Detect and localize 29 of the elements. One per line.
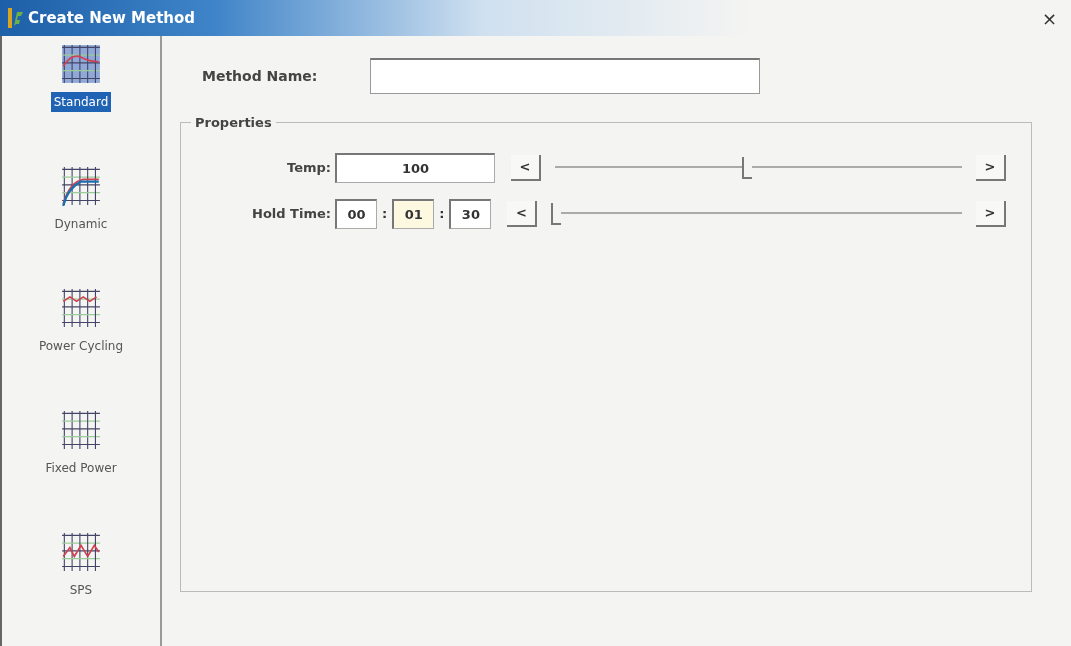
chart-icon [61, 44, 101, 84]
chart-icon [61, 410, 101, 450]
sidebar-item[interactable]: Fixed Power [36, 402, 126, 524]
chart-icon [61, 532, 101, 572]
time-field[interactable]: 01 [392, 199, 435, 229]
close-button[interactable]: × [1035, 4, 1063, 32]
increase-button[interactable]: > [976, 155, 1006, 181]
sidebar-item[interactable]: Dynamic [45, 158, 117, 280]
increase-button[interactable]: > [976, 201, 1006, 227]
window-title: Create New Method [28, 7, 196, 29]
time-field[interactable]: 00 [335, 199, 377, 229]
sidebar-item[interactable]: Power Cycling [29, 280, 133, 402]
field-label: Hold Time: [251, 205, 331, 224]
chart-icon [61, 288, 101, 328]
app-icon [8, 8, 24, 28]
method-name-field[interactable] [370, 58, 760, 94]
field-label: Temp: [286, 159, 331, 178]
chart-icon [61, 166, 101, 206]
sidebar-item[interactable]: Standard [44, 36, 118, 158]
separator-text: : [438, 205, 446, 224]
decrease-button[interactable]: < [511, 155, 541, 181]
slider-track[interactable] [551, 201, 962, 227]
temp-field[interactable]: 100 [335, 153, 495, 183]
decrease-button[interactable]: < [507, 201, 538, 227]
time-field[interactable]: 30 [449, 199, 492, 229]
slider-track[interactable] [555, 155, 962, 181]
separator-text: : [381, 205, 389, 224]
sidebar-item[interactable]: SPS [55, 524, 107, 646]
field-label: Method Name: [201, 66, 319, 86]
